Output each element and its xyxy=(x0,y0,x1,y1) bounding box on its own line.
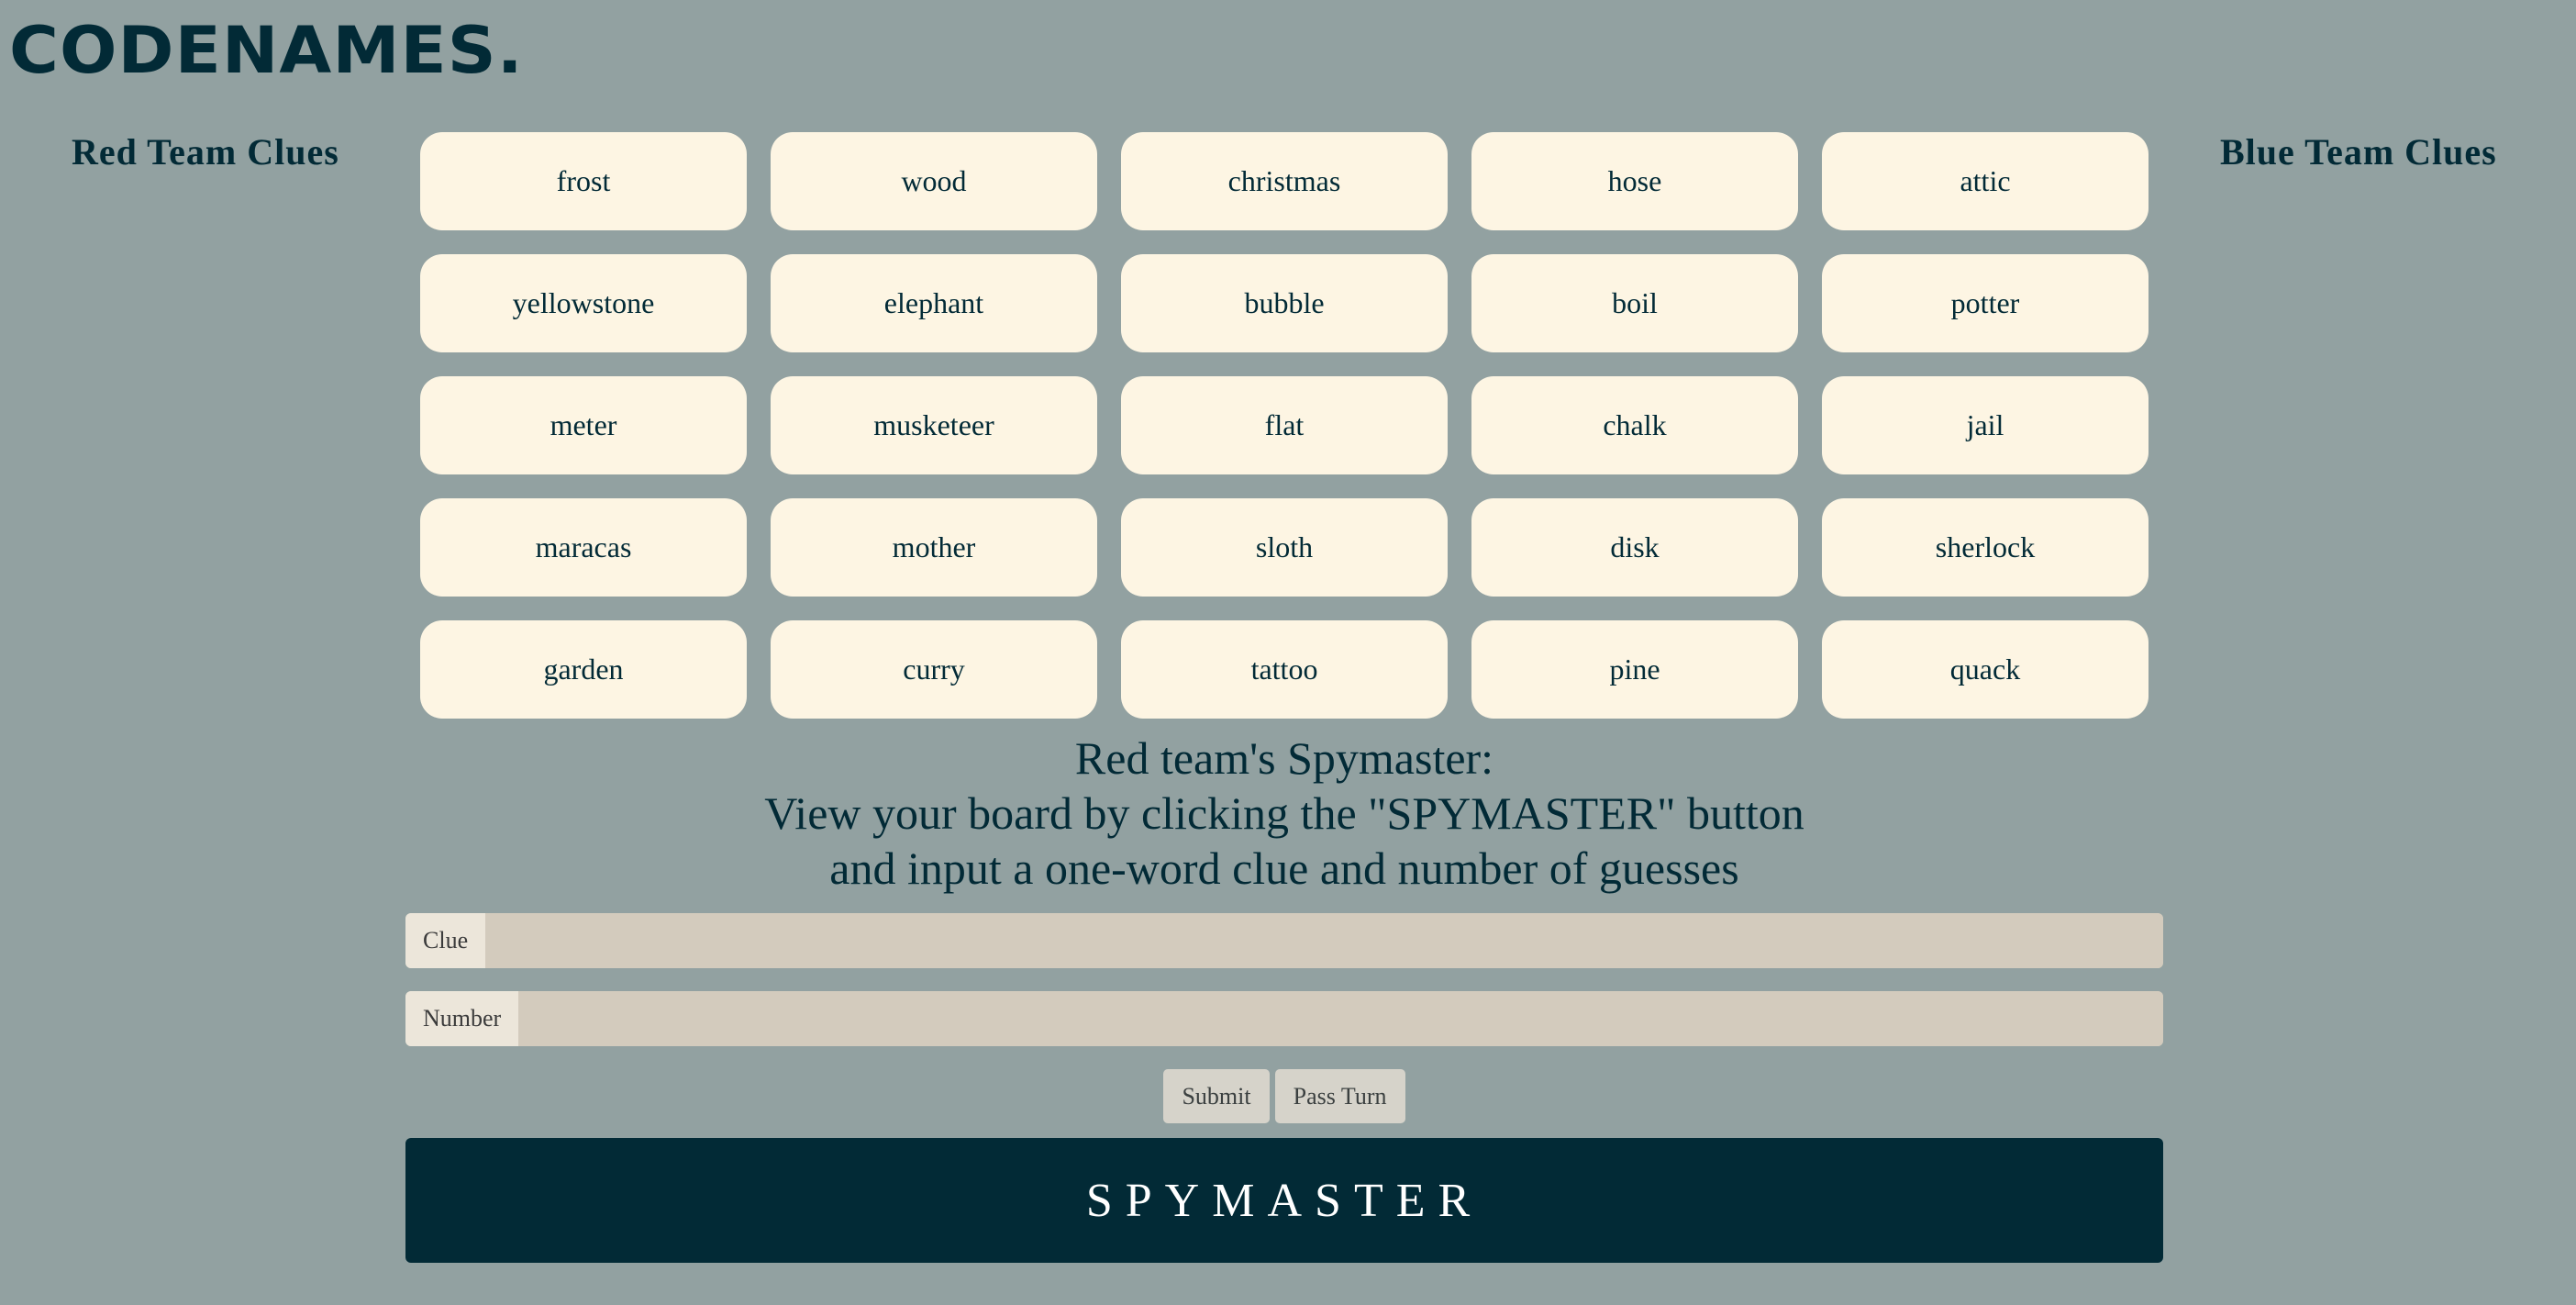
word-card[interactable]: elephant xyxy=(771,254,1097,352)
word-board: frost wood christmas hose attic yellowst… xyxy=(420,132,2149,719)
word-card[interactable]: flat xyxy=(1121,376,1448,474)
clue-label: Clue xyxy=(405,913,486,968)
number-input-group: Number xyxy=(405,991,2163,1046)
number-input[interactable] xyxy=(518,991,2163,1046)
word-card[interactable]: jail xyxy=(1822,376,2149,474)
red-team-clues-heading: Red Team Clues xyxy=(72,131,339,173)
word-card[interactable]: attic xyxy=(1822,132,2149,230)
word-card[interactable]: yellowstone xyxy=(420,254,747,352)
word-card[interactable]: tattoo xyxy=(1121,620,1448,719)
word-card[interactable]: musketeer xyxy=(771,376,1097,474)
word-card[interactable]: sloth xyxy=(1121,498,1448,597)
submit-button[interactable]: Submit xyxy=(1163,1069,1270,1123)
word-card[interactable]: pine xyxy=(1471,620,1798,719)
word-card[interactable]: wood xyxy=(771,132,1097,230)
word-card[interactable]: sherlock xyxy=(1822,498,2149,597)
word-card[interactable]: mother xyxy=(771,498,1097,597)
word-card[interactable]: christmas xyxy=(1121,132,1448,230)
turn-actions: Submit Pass Turn xyxy=(0,1069,2569,1123)
word-card[interactable]: bubble xyxy=(1121,254,1448,352)
word-card[interactable]: frost xyxy=(420,132,747,230)
instructions-line: View your board by clicking the "SPYMAST… xyxy=(764,787,1804,839)
spymaster-instructions: Red team's Spymaster: View your board by… xyxy=(405,731,2163,896)
word-card[interactable]: curry xyxy=(771,620,1097,719)
spymaster-button[interactable]: SPYMASTER xyxy=(405,1138,2163,1263)
clue-input-group: Clue xyxy=(405,913,2163,968)
word-card[interactable]: garden xyxy=(420,620,747,719)
word-card[interactable]: meter xyxy=(420,376,747,474)
word-card[interactable]: maracas xyxy=(420,498,747,597)
word-card[interactable]: hose xyxy=(1471,132,1798,230)
pass-turn-button[interactable]: Pass Turn xyxy=(1274,1069,1405,1123)
blue-team-clues-heading: Blue Team Clues xyxy=(2220,131,2497,173)
logo: CODENAMES. xyxy=(9,13,524,88)
instructions-line: and input a one-word clue and number of … xyxy=(829,842,1739,894)
game-page: CODENAMES. Red Team Clues Blue Team Clue… xyxy=(0,0,2576,1305)
word-card[interactable]: disk xyxy=(1471,498,1798,597)
number-label: Number xyxy=(405,991,519,1046)
word-card[interactable]: quack xyxy=(1822,620,2149,719)
word-card[interactable]: potter xyxy=(1822,254,2149,352)
word-card[interactable]: chalk xyxy=(1471,376,1798,474)
clue-input[interactable] xyxy=(485,913,2163,968)
instructions-line: Red team's Spymaster: xyxy=(1074,732,1494,784)
word-card[interactable]: boil xyxy=(1471,254,1798,352)
